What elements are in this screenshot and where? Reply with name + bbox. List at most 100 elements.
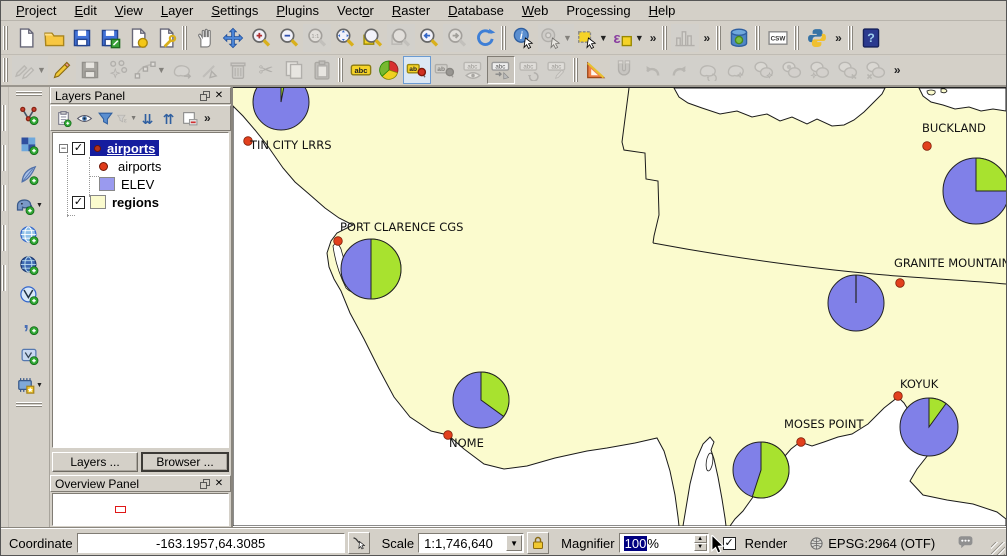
add-part-button[interactable] [806,56,834,84]
layer-row-elev[interactable]: ELEV [53,175,228,193]
save-project-as-button[interactable] [96,24,124,52]
add-spatialite-layer-button[interactable] [11,160,47,190]
toolbar-handle[interactable] [3,58,10,82]
scale-combobox[interactable]: 1:1,746,640 ▼ [418,533,524,553]
save-layer-edits-button[interactable] [76,56,104,84]
expand-all-button[interactable]: ⇊ [137,108,158,129]
highlight-pinned-labels-button[interactable]: ab [431,56,459,84]
add-wcs-layer-button[interactable] [11,250,47,280]
toolbar-handle[interactable] [16,402,42,409]
toolbar-handle[interactable] [338,58,345,82]
select-by-expression-button[interactable]: ε▼ [610,24,646,52]
vertex-tool-button[interactable]: ▼ [132,56,168,84]
dropdown-caret-icon[interactable]: ▼ [157,65,166,75]
dropdown-caret-icon[interactable]: ▼ [36,382,43,389]
toolbar-handle[interactable] [794,26,801,50]
browser-panel-tab[interactable]: Browser ... [141,452,229,472]
metasearch-csw-button[interactable]: CSW [764,24,792,52]
close-panel-icon[interactable]: ✕ [212,89,226,102]
toolbar-handle[interactable] [3,26,10,50]
crs-globe-icon[interactable] [809,536,824,551]
menu-web[interactable]: Web [513,2,558,19]
dropdown-caret-icon[interactable]: ▼ [37,65,46,75]
simplify-feature-button[interactable] [722,56,750,84]
menu-raster[interactable]: Raster [383,2,439,19]
float-panel-icon[interactable] [198,89,212,102]
add-delimited-text-layer-button[interactable]: , [11,310,47,340]
move-label-button[interactable]: abc [487,56,515,84]
pan-to-selection-button[interactable] [219,24,247,52]
paste-features-button[interactable] [308,56,336,84]
zoom-last-button[interactable] [415,24,443,52]
layer-row-regions[interactable]: ✓regions [53,193,228,211]
zoom-to-selection-button[interactable] [387,24,415,52]
manage-layer-visibility-button[interactable] [74,108,95,129]
zoom-in-button[interactable] [247,24,275,52]
collapse-all-button[interactable]: ⇈ [158,108,179,129]
offset-curve-button[interactable] [196,56,224,84]
dropdown-caret-icon[interactable]: ▼ [599,33,608,43]
pan-map-button[interactable] [191,24,219,52]
dropdown-caret-icon[interactable]: ▼ [130,115,137,122]
run-feature-action-button[interactable]: ▼ [538,24,574,52]
enable-advanced-digitizing-button[interactable] [582,56,610,84]
add-group-button[interactable] [53,108,74,129]
dropdown-caret-icon[interactable]: ▼ [635,33,644,43]
delete-ring-button[interactable] [834,56,862,84]
add-ring-button[interactable] [750,56,778,84]
toolbar-handle[interactable] [501,26,508,50]
overview-extent-rectangle[interactable] [115,506,126,513]
add-raster-layer-button[interactable] [11,130,47,160]
pin-unpin-labels-button[interactable]: ab [403,56,431,84]
refresh-map-button[interactable] [471,24,499,52]
float-panel-icon[interactable] [198,477,212,490]
new-print-composer-button[interactable] [124,24,152,52]
new-project-button[interactable] [12,24,40,52]
layer-labeling-options-button[interactable]: abc [347,56,375,84]
menu-layer[interactable]: Layer [152,2,203,19]
toolbar-overflow-button[interactable]: » [646,31,661,45]
fill-ring-button[interactable] [778,56,806,84]
coordinate-input[interactable]: -163.1957,64.3085 [77,533,345,553]
zoom-native-button[interactable]: 1:1 [303,24,331,52]
toolbar-handle[interactable] [16,91,42,98]
toggle-extents-mouse-icon[interactable] [348,532,370,554]
select-features-button[interactable]: ▼ [574,24,610,52]
zoom-to-layer-button[interactable] [359,24,387,52]
delete-part-button[interactable] [862,56,890,84]
add-postgis-layer-button[interactable]: ▼ [11,190,47,220]
undo-button[interactable] [638,56,666,84]
delete-selected-button[interactable] [224,56,252,84]
crs-status[interactable]: EPSG:2964 (OTF) [828,536,935,551]
layers-panel-tab[interactable]: Layers ... [52,452,138,472]
overview-map[interactable] [52,493,229,526]
layer-row-airports[interactable]: airports [53,157,228,175]
menu-view[interactable]: View [106,2,152,19]
composer-manager-button[interactable] [152,24,180,52]
dropdown-caret-icon[interactable]: ▼ [36,202,43,209]
messages-icon[interactable] [957,533,974,550]
rotate-label-button[interactable]: abc [515,56,543,84]
toolbar-overflow-button[interactable]: » [699,31,714,45]
change-label-button[interactable]: abc [543,56,571,84]
identify-features-button[interactable]: i [510,24,538,52]
filter-legend-by-expression-button[interactable]: ε▼ [116,108,137,129]
cut-features-button[interactable]: ✂ [252,56,280,84]
add-feature-button[interactable] [104,56,132,84]
spinner-buttons[interactable]: ▲▼ [694,535,707,551]
toolbar-overflow-button[interactable]: » [831,31,846,45]
toolbar-overflow-button[interactable]: » [200,111,215,125]
menu-processing[interactable]: Processing [557,2,639,19]
menu-plugins[interactable]: Plugins [267,2,328,19]
python-console-button[interactable] [803,24,831,52]
new-memory-layer-button[interactable]: ▼ [11,370,47,400]
toolbar-handle[interactable] [716,26,723,50]
show-hide-labels-button[interactable]: abc [459,56,487,84]
db-manager-button[interactable] [725,24,753,52]
layer-checkbox[interactable]: ✓ [72,142,85,155]
rotate-feature-button[interactable] [694,56,722,84]
layer-row-airports[interactable]: −✓airports [53,139,228,157]
zoom-next-button[interactable] [443,24,471,52]
layer-diagram-options-button[interactable] [375,56,403,84]
toolbar-handle[interactable] [755,26,762,50]
